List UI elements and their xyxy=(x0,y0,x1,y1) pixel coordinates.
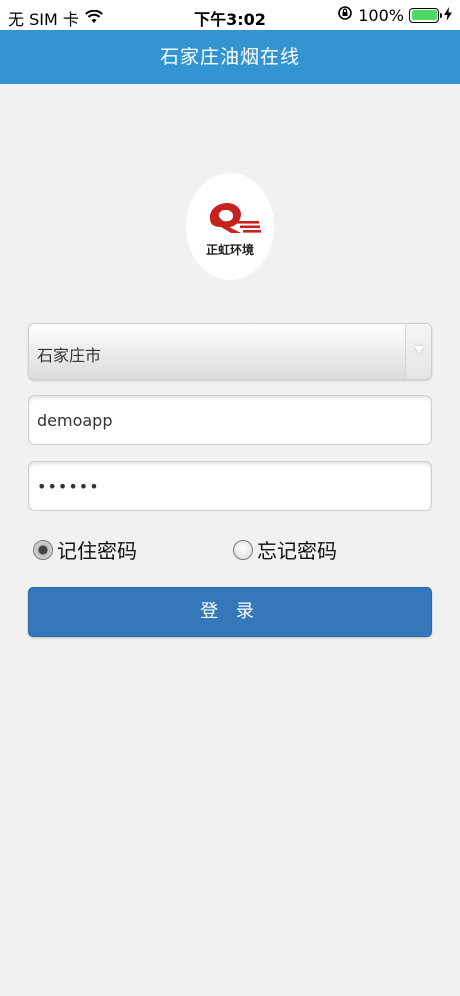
city-select[interactable]: 石家庄市 xyxy=(28,323,432,380)
orientation-lock-icon xyxy=(337,5,353,25)
remember-password-label[interactable]: 记住密码 xyxy=(57,535,137,564)
forget-password-option[interactable]: 忘记密码 xyxy=(233,535,337,564)
logo-text: 正虹环境 xyxy=(205,243,254,257)
remember-password-option[interactable]: 记住密码 xyxy=(33,535,137,564)
password-input[interactable] xyxy=(28,461,432,511)
page-title: 石家庄油烟在线 xyxy=(159,46,300,68)
login-button[interactable]: 登 录 xyxy=(28,587,432,637)
forget-password-radio[interactable] xyxy=(233,539,253,560)
city-select-value: 石家庄市 xyxy=(37,346,102,365)
status-right: 100% xyxy=(337,5,452,25)
remember-password-radio[interactable] xyxy=(33,539,53,560)
battery-icon xyxy=(409,7,442,23)
charging-icon xyxy=(444,6,452,25)
battery-percent: 100% xyxy=(358,5,404,25)
chevron-down-icon xyxy=(414,346,424,354)
company-logo: 正虹环境 xyxy=(186,173,274,280)
nav-bar: 石家庄油烟在线 xyxy=(0,30,460,84)
city-select-toggle[interactable] xyxy=(405,324,431,379)
username-input[interactable] xyxy=(28,395,432,445)
status-bar: 无 SIM 卡 下午3:02 100% xyxy=(0,0,460,30)
forget-password-label[interactable]: 忘记密码 xyxy=(257,535,337,564)
login-button-label: 登 录 xyxy=(200,601,260,622)
logo-mark-icon xyxy=(209,203,261,233)
